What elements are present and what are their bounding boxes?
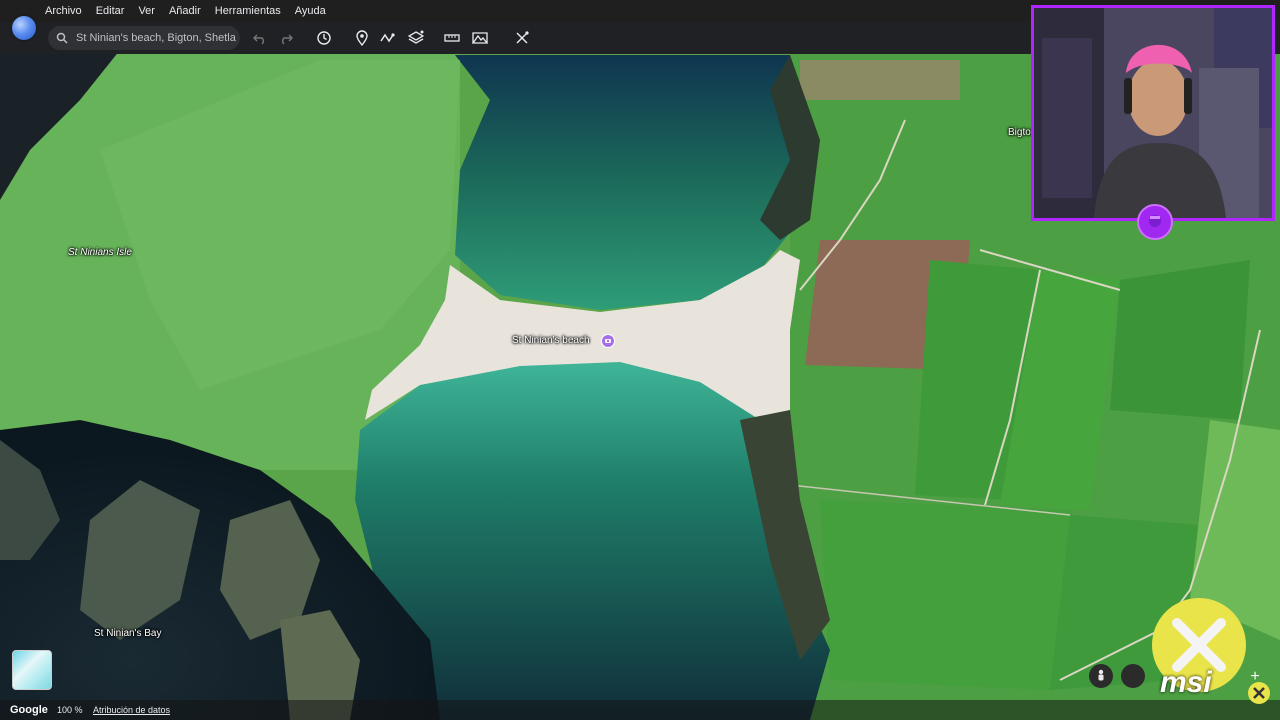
history-icon[interactable] <box>314 28 334 48</box>
map-label-bay[interactable]: St Ninian's Bay <box>94 628 162 639</box>
layers-icon[interactable] <box>406 28 426 48</box>
sponsor-close-icon <box>1248 682 1270 704</box>
search-box[interactable] <box>48 26 240 50</box>
beach-placemark-icon[interactable] <box>601 334 615 348</box>
map-label-beach[interactable]: St Ninian's beach <box>512 335 590 346</box>
image-overlay-icon[interactable] <box>470 28 490 48</box>
streamer-webcam <box>1031 5 1275 221</box>
menu-archivo[interactable]: Archivo <box>45 5 82 17</box>
path-icon[interactable] <box>378 28 398 48</box>
sponsor-brand-logo: msi <box>1160 666 1212 699</box>
status-bar: Google 100 % Atribución de datos <box>0 700 1280 720</box>
compass-icon[interactable] <box>1121 664 1145 688</box>
search-icon <box>56 31 70 45</box>
undo-icon[interactable] <box>250 28 270 48</box>
placemark-icon[interactable] <box>352 28 372 48</box>
redo-icon[interactable] <box>276 28 296 48</box>
map-style-thumbnail[interactable] <box>12 650 52 690</box>
satellite-icon[interactable] <box>512 28 532 48</box>
map-label-isle[interactable]: St Ninians Isle <box>68 247 132 258</box>
menu-herramientas[interactable]: Herramientas <box>215 5 281 17</box>
ruler-icon[interactable] <box>442 28 462 48</box>
search-input[interactable] <box>76 32 236 44</box>
menu-ver[interactable]: Ver <box>138 5 155 17</box>
google-logo: Google <box>10 704 48 716</box>
pegman-icon[interactable] <box>1089 664 1113 688</box>
earth-logo-icon[interactable] <box>12 16 36 40</box>
menu-editar[interactable]: Editar <box>96 5 125 17</box>
zoom-level: 100 % <box>57 705 83 715</box>
data-attribution-link[interactable]: Atribución de datos <box>93 705 170 715</box>
menu-ayuda[interactable]: Ayuda <box>295 5 326 17</box>
streamer-avatar-badge <box>1137 204 1173 240</box>
menu-anadir[interactable]: Añadir <box>169 5 201 17</box>
